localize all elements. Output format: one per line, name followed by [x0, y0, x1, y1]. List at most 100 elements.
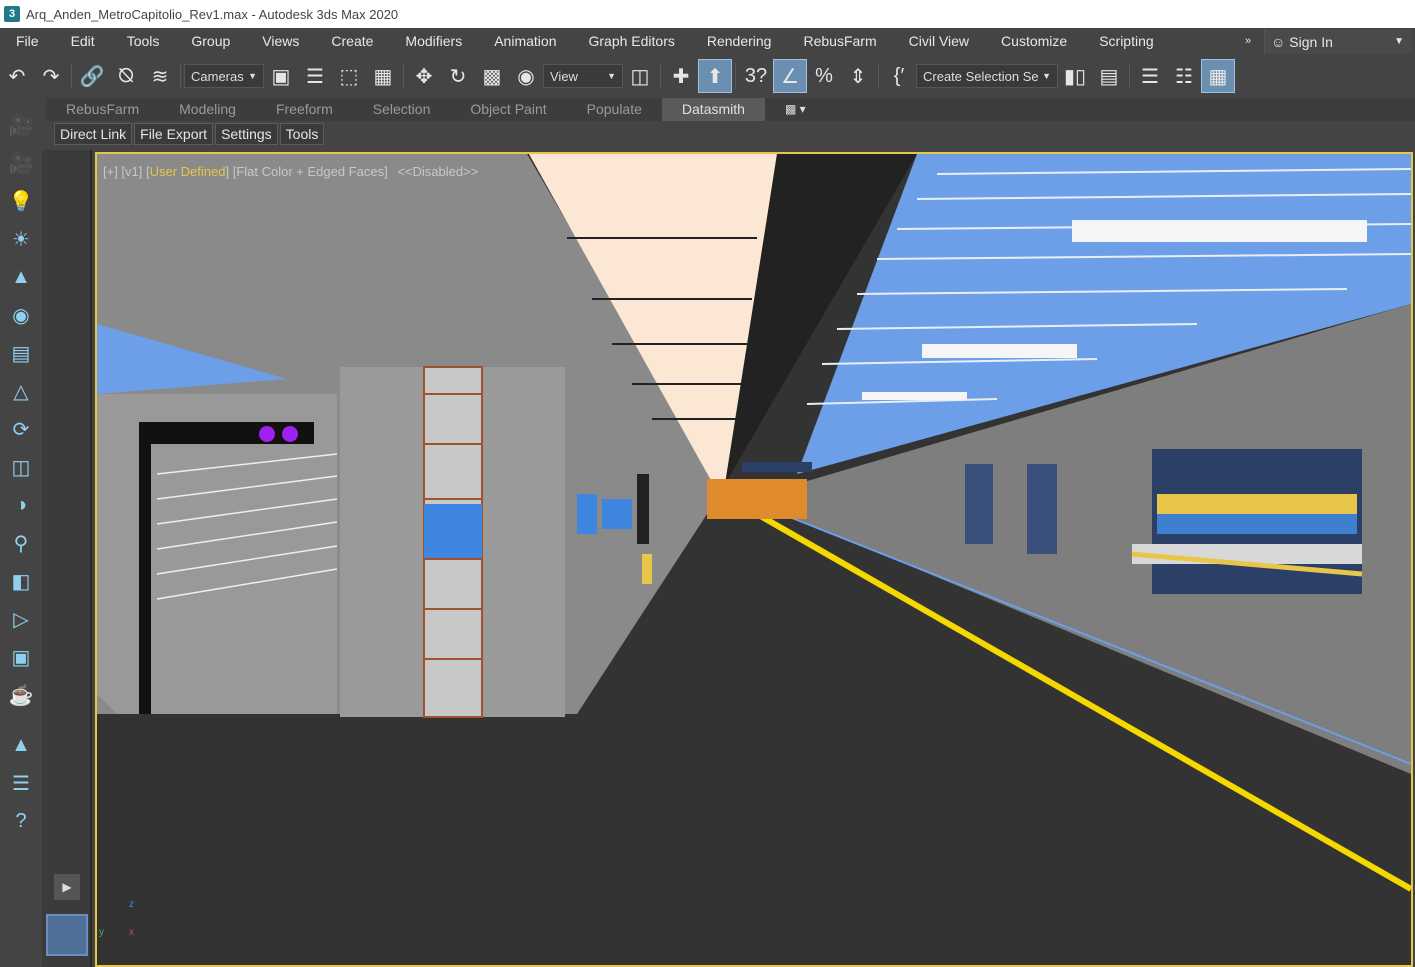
viewport-layout-icon[interactable]: ▣	[6, 642, 36, 672]
menu-file[interactable]: File	[0, 28, 55, 55]
menu-customize[interactable]: Customize	[985, 28, 1083, 55]
camera-target-icon[interactable]: 🎥	[6, 148, 36, 178]
rotate-view-icon[interactable]: ⟳	[6, 414, 36, 444]
ribbon-toggle-icon[interactable]: ▦	[1201, 59, 1235, 93]
viewport-3d[interactable]: [+] [v1] [User Defined] [Flat Color + Ed…	[95, 152, 1413, 967]
sign-in-dropdown[interactable]: ☺ Sign In ▼	[1264, 29, 1412, 54]
toolbar-divider	[403, 63, 404, 89]
render-frame-icon[interactable]: ▷	[6, 604, 36, 634]
chevron-down-icon: ▼	[1394, 36, 1404, 47]
ribbon-options-icon[interactable]: ▩ ▾	[765, 98, 826, 121]
material-icon[interactable]: ◑	[6, 490, 36, 520]
move-icon[interactable]: ✥	[407, 59, 441, 93]
tab-datasmith[interactable]: Datasmith	[661, 98, 765, 121]
angle-snap-icon[interactable]: ∠	[773, 59, 807, 93]
rectangular-selection-icon[interactable]: ⬚	[332, 59, 366, 93]
pivot-center-icon[interactable]: ◫	[623, 59, 657, 93]
rotate-icon[interactable]: ↻	[441, 59, 475, 93]
select-target-icon[interactable]: ◉	[6, 300, 36, 330]
tab-object-paint[interactable]: Object Paint	[450, 98, 566, 121]
tea-pot-icon[interactable]: ☕	[6, 680, 36, 710]
select-by-name-icon[interactable]: ☰	[298, 59, 332, 93]
toolbar-divider	[1129, 63, 1130, 89]
axis-z-label: z	[129, 899, 134, 910]
align-icon[interactable]: ▤	[1092, 59, 1126, 93]
window-title: Arq_Anden_MetroCapitolio_Rev1.max - Auto…	[26, 6, 399, 22]
scale-icon[interactable]: ▩	[475, 59, 509, 93]
spinner-snap-icon[interactable]: ⇕	[841, 59, 875, 93]
layer-explorer-icon[interactable]: ☷	[1167, 59, 1201, 93]
percent-snap-icon[interactable]: %	[807, 59, 841, 93]
settings-button[interactable]: Settings	[215, 123, 278, 145]
viewport-label-shading[interactable]: ] [Flat Color + Edged Faces]	[225, 164, 387, 179]
escalator-sign-icon	[259, 426, 275, 442]
menu-overflow[interactable]: »	[1245, 28, 1251, 55]
layers-icon[interactable]: ◫	[6, 452, 36, 482]
selection-filter-label: Cameras	[191, 68, 244, 84]
tab-populate[interactable]: Populate	[567, 98, 662, 121]
reference-coordinate-dropdown[interactable]: View ▼	[543, 64, 623, 88]
reference-coordinate-label: View	[550, 68, 578, 84]
sun-icon[interactable]: ☀	[6, 224, 36, 254]
menu-rebusfarm[interactable]: RebusFarm	[787, 28, 892, 55]
list-icon[interactable]: ☰	[6, 768, 36, 798]
toolbar-divider	[71, 63, 72, 89]
viewport-label-prefix[interactable]: [+] [v1] [	[103, 164, 150, 179]
direct-link-button[interactable]: Direct Link	[54, 123, 133, 145]
menu-tools[interactable]: Tools	[111, 28, 176, 55]
selection-filter-dropdown[interactable]: Cameras ▼	[184, 64, 264, 88]
scene-render[interactable]	[97, 154, 1411, 965]
menu-civil-view[interactable]: Civil View	[893, 28, 985, 55]
menu-rendering[interactable]: Rendering	[691, 28, 788, 55]
help-icon[interactable]: ?	[6, 806, 36, 836]
menu-create[interactable]: Create	[315, 28, 389, 55]
select-manipulate-icon[interactable]: ✚	[664, 59, 698, 93]
named-selection-dropdown[interactable]: Create Selection Se ▼	[916, 64, 1058, 88]
menu-scripting[interactable]: Scripting	[1083, 28, 1169, 55]
placement-icon[interactable]: ◉	[509, 59, 543, 93]
viewport-label-user[interactable]: User Defined	[150, 164, 226, 179]
undo-icon[interactable]: ↶	[0, 59, 34, 93]
menu-bar: File Edit Tools Group Views Create Modif…	[0, 28, 1415, 55]
menu-modifiers[interactable]: Modifiers	[389, 28, 478, 55]
scene-explorer-icon[interactable]: ☰	[1133, 59, 1167, 93]
snaps-toggle-icon[interactable]: 3?	[739, 59, 773, 93]
forest-icon[interactable]: ▲	[6, 730, 36, 760]
viewport-label-disabled[interactable]: <<Disabled>>	[397, 164, 478, 179]
tools-button[interactable]: Tools	[279, 123, 325, 145]
menu-animation[interactable]: Animation	[478, 28, 572, 55]
menu-graph-editors[interactable]: Graph Editors	[572, 28, 690, 55]
shape-icon[interactable]: △	[6, 376, 36, 406]
redo-icon[interactable]: ↷	[34, 59, 68, 93]
unlink-icon[interactable]: ⦰	[109, 59, 143, 93]
bind-space-warp-icon[interactable]: ≋	[143, 59, 177, 93]
sign-in-label: Sign In	[1289, 33, 1333, 50]
chevron-down-icon: ▼	[1042, 71, 1051, 81]
tab-rebusfarm[interactable]: RebusFarm	[46, 98, 159, 121]
camera-icon[interactable]: 🎥	[6, 110, 36, 140]
tab-freeform[interactable]: Freeform	[256, 98, 353, 121]
mirror-icon[interactable]: ▮▯	[1058, 59, 1092, 93]
play-icon[interactable]: ▶	[54, 874, 80, 900]
select-object-icon[interactable]: ▣	[264, 59, 298, 93]
light-bulb-icon[interactable]: 💡	[6, 186, 36, 216]
book-icon[interactable]: ▤	[6, 338, 36, 368]
viewport-label[interactable]: [+] [v1] [User Defined] [Flat Color + Ed…	[103, 164, 478, 179]
viewport-preview[interactable]	[46, 914, 88, 956]
tab-selection[interactable]: Selection	[353, 98, 451, 121]
command-panel-collapsed: ▶	[42, 150, 92, 967]
panel-icon[interactable]: ◧	[6, 566, 36, 596]
tunnel-end	[707, 479, 807, 519]
menu-views[interactable]: Views	[246, 28, 315, 55]
link-icon[interactable]: 🔗	[75, 59, 109, 93]
menu-group[interactable]: Group	[175, 28, 246, 55]
menu-edit[interactable]: Edit	[55, 28, 111, 55]
keyboard-shortcut-override-icon[interactable]: ⬆	[698, 59, 732, 93]
file-export-button[interactable]: File Export	[134, 123, 214, 145]
tab-modeling[interactable]: Modeling	[159, 98, 256, 121]
axis-x-label: x	[129, 927, 134, 938]
tree-icon[interactable]: ▲	[6, 262, 36, 292]
edit-named-selection-icon[interactable]: {′	[882, 59, 916, 93]
light-icon[interactable]: ⚲	[6, 528, 36, 558]
window-crossing-icon[interactable]: ▦	[366, 59, 400, 93]
